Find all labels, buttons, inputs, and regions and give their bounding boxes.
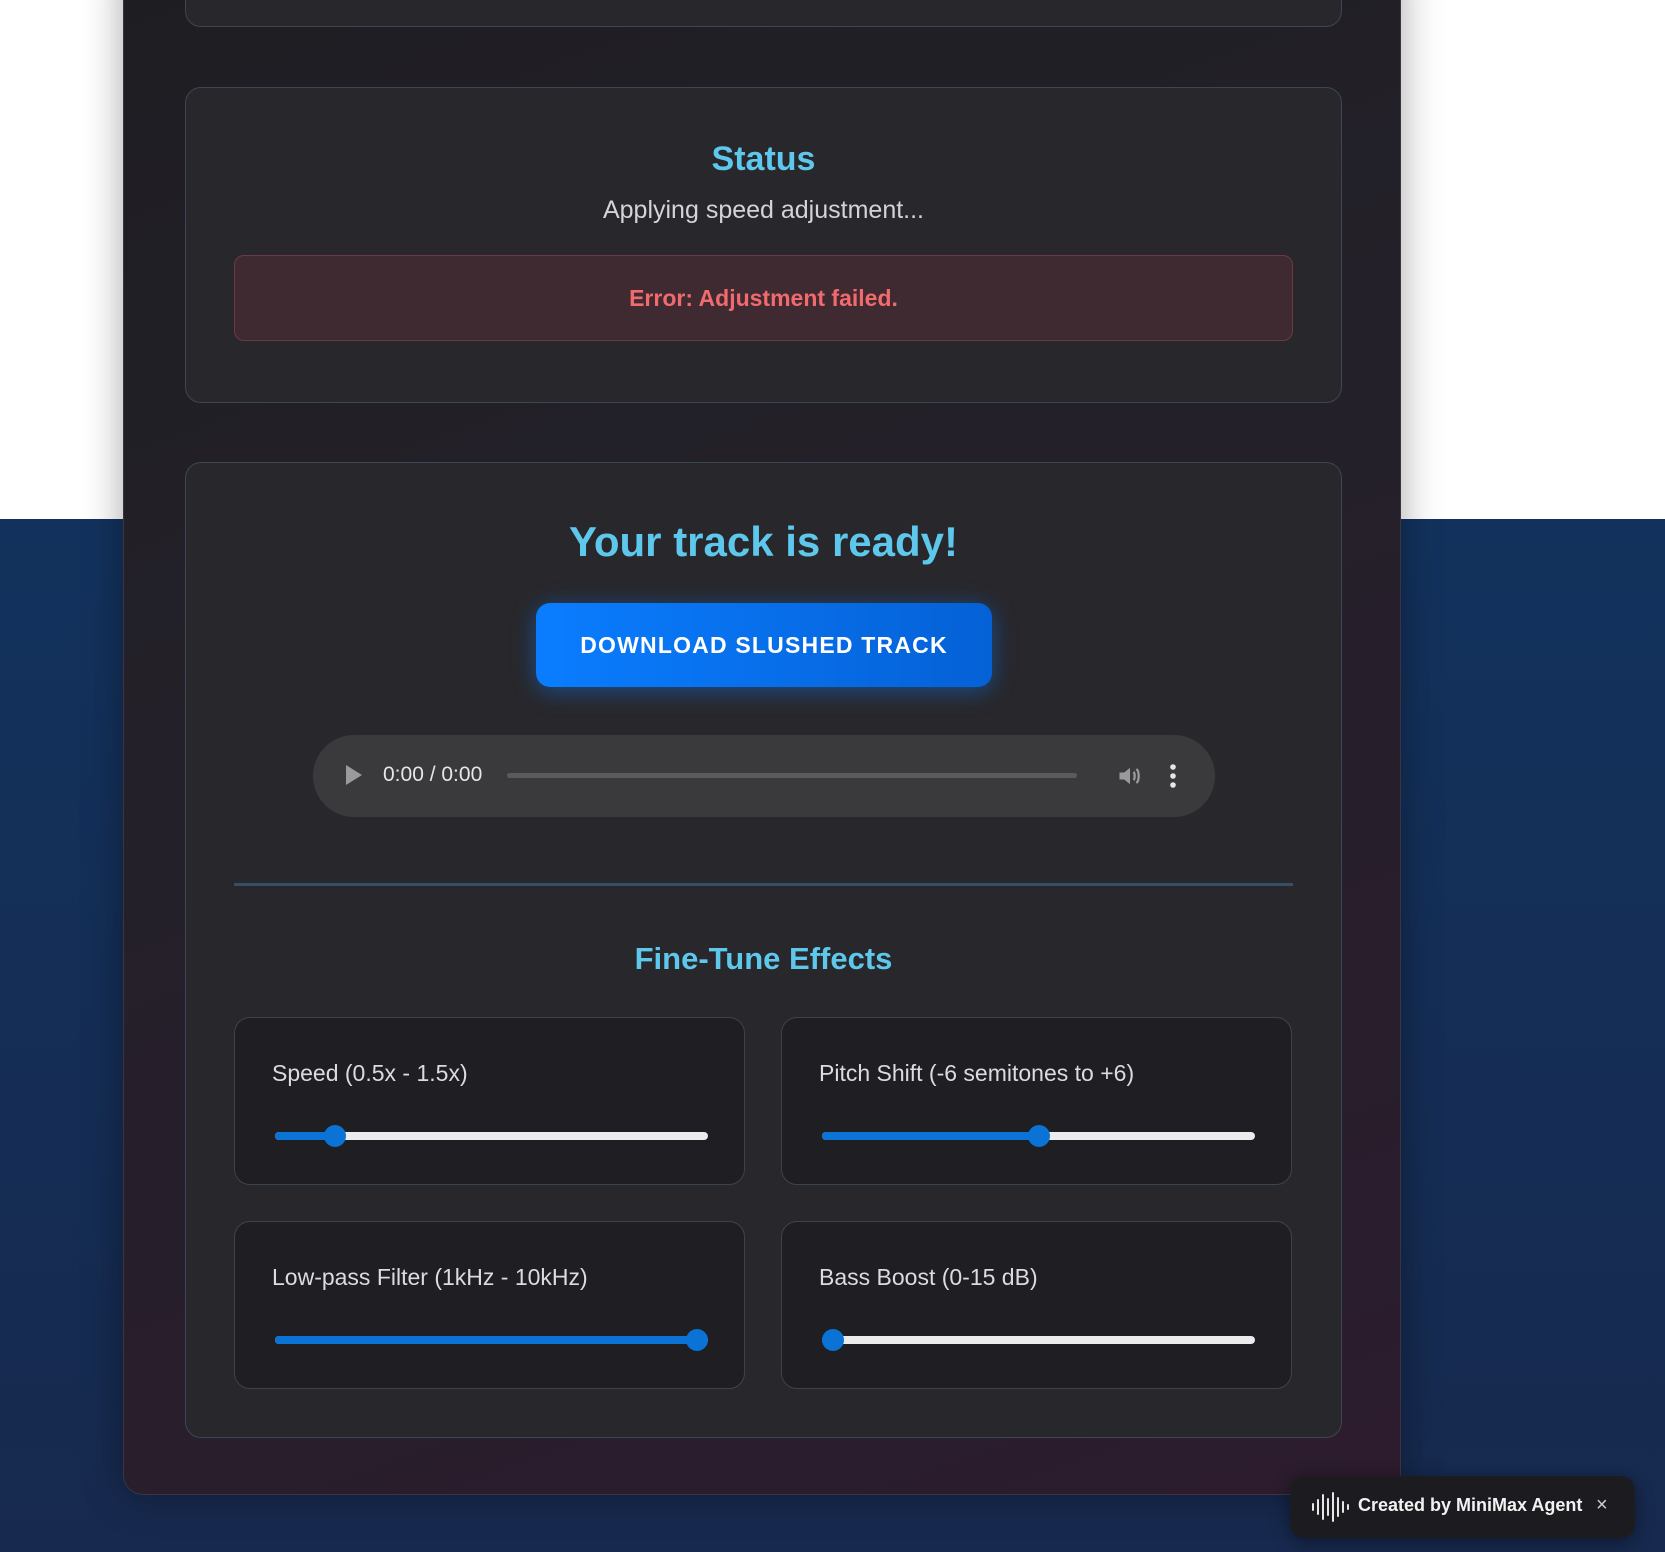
- volume-icon[interactable]: [1116, 762, 1144, 790]
- slider-thumb[interactable]: [822, 1329, 844, 1351]
- download-button[interactable]: DOWNLOAD SLUSHED TRACK: [536, 603, 992, 687]
- low-pass-filter-control: Low-pass Filter (1kHz - 10kHz): [234, 1221, 745, 1389]
- time-display: 0:00 / 0:00: [383, 763, 483, 786]
- previous-card: [185, 0, 1342, 27]
- section-divider: [234, 883, 1293, 886]
- slider-thumb[interactable]: [324, 1125, 347, 1147]
- error-message: Error: Adjustment failed.: [234, 255, 1293, 341]
- slider-thumb[interactable]: [1027, 1125, 1050, 1147]
- pitch-shift-label: Pitch Shift (-6 semitones to +6): [819, 1060, 1135, 1086]
- low-pass-filter-slider[interactable]: [275, 1329, 708, 1351]
- pitch-shift-control: Pitch Shift (-6 semitones to +6): [781, 1017, 1292, 1185]
- more-vertical-icon[interactable]: [1168, 762, 1178, 790]
- speed-slider[interactable]: [275, 1125, 708, 1147]
- seek-bar[interactable]: [507, 773, 1077, 778]
- pitch-shift-slider[interactable]: [822, 1125, 1255, 1147]
- bass-boost-control: Bass Boost (0-15 dB): [781, 1221, 1292, 1389]
- result-card: Your track is ready! DOWNLOAD SLUSHED TR…: [185, 462, 1342, 1438]
- slider-thumb[interactable]: [686, 1329, 708, 1351]
- low-pass-filter-label: Low-pass Filter (1kHz - 10kHz): [272, 1264, 588, 1290]
- speed-label: Speed (0.5x - 1.5x): [272, 1060, 468, 1086]
- slider-fill: [275, 1336, 697, 1344]
- bass-boost-slider[interactable]: [822, 1329, 1255, 1351]
- minimax-badge[interactable]: Created by MiniMax Agent ×: [1290, 1476, 1635, 1538]
- status-card: Status Applying speed adjustment... Erro…: [185, 87, 1342, 403]
- waveform-icon: [1312, 1492, 1349, 1522]
- status-message: Applying speed adjustment...: [602, 196, 925, 224]
- status-title: Status: [711, 140, 816, 178]
- audio-player: 0:00 / 0:00: [313, 735, 1215, 817]
- fine-tune-title: Fine-Tune Effects: [634, 941, 893, 976]
- slider-fill: [822, 1132, 1039, 1140]
- track-ready-title: Your track is ready!: [568, 518, 959, 565]
- badge-label: Created by MiniMax Agent: [1358, 1495, 1583, 1515]
- play-icon[interactable]: [346, 765, 362, 785]
- close-icon[interactable]: ×: [1596, 1494, 1608, 1517]
- bass-boost-label: Bass Boost (0-15 dB): [819, 1264, 1038, 1290]
- speed-control: Speed (0.5x - 1.5x): [234, 1017, 745, 1185]
- app-container: Status Applying speed adjustment... Erro…: [123, 0, 1401, 1495]
